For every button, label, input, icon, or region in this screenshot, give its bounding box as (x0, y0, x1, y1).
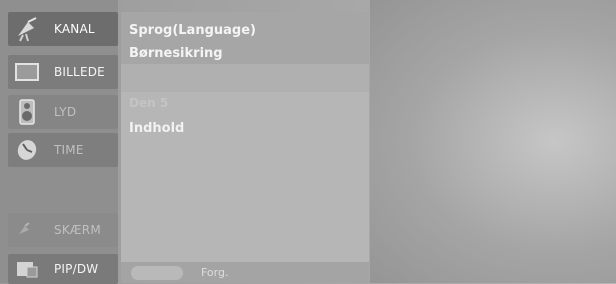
menu-item-label: BILLEDE (54, 65, 105, 79)
tv-osd-screen: KANAL BILLEDE LYD TIME SKÆRM PIP/DW Spro… (0, 0, 616, 284)
color-key-button[interactable] (131, 265, 183, 280)
submenu-item-child-lock[interactable]: Børnesikring (129, 46, 223, 61)
bottom-hint-bar: Forg. (121, 262, 369, 283)
menu-item-label: TIME (54, 143, 84, 157)
submenu-panel: Sprog(Language) Børnesikring Den 5 Indho… (121, 12, 369, 283)
submenu-item-faint: Den 5 (129, 96, 169, 110)
pip-icon (12, 254, 42, 284)
main-menu: KANAL BILLEDE LYD TIME SKÆRM PIP/DW (0, 0, 118, 284)
speaker-icon (12, 97, 42, 127)
clock-icon (12, 135, 42, 165)
menu-item-billede[interactable]: BILLEDE (8, 55, 118, 89)
menu-item-label: LYD (54, 105, 77, 119)
picture-icon (12, 57, 42, 87)
menu-item-lyd[interactable]: LYD (8, 95, 118, 129)
menu-item-label: SKÆRM (54, 223, 101, 237)
submenu-options-block: Den 5 Indhold (121, 92, 369, 262)
submenu-item-language[interactable]: Sprog(Language) (129, 23, 256, 38)
menu-item-kanal[interactable]: KANAL (8, 12, 118, 46)
menu-item-label: PIP/DW (54, 262, 99, 276)
menu-item-time[interactable]: TIME (8, 133, 118, 167)
tv-picture-background (370, 0, 616, 283)
antenna-icon (12, 14, 42, 44)
submenu-header-block: Sprog(Language) Børnesikring (121, 12, 369, 64)
screen-icon (12, 215, 42, 245)
bottom-hint-label: Forg. (201, 266, 229, 279)
submenu-item-content[interactable]: Indhold (129, 121, 184, 136)
menu-item-skaerm[interactable]: SKÆRM (8, 213, 118, 247)
menu-item-pip-dw[interactable]: PIP/DW (8, 254, 118, 284)
menu-item-label: KANAL (54, 22, 95, 36)
